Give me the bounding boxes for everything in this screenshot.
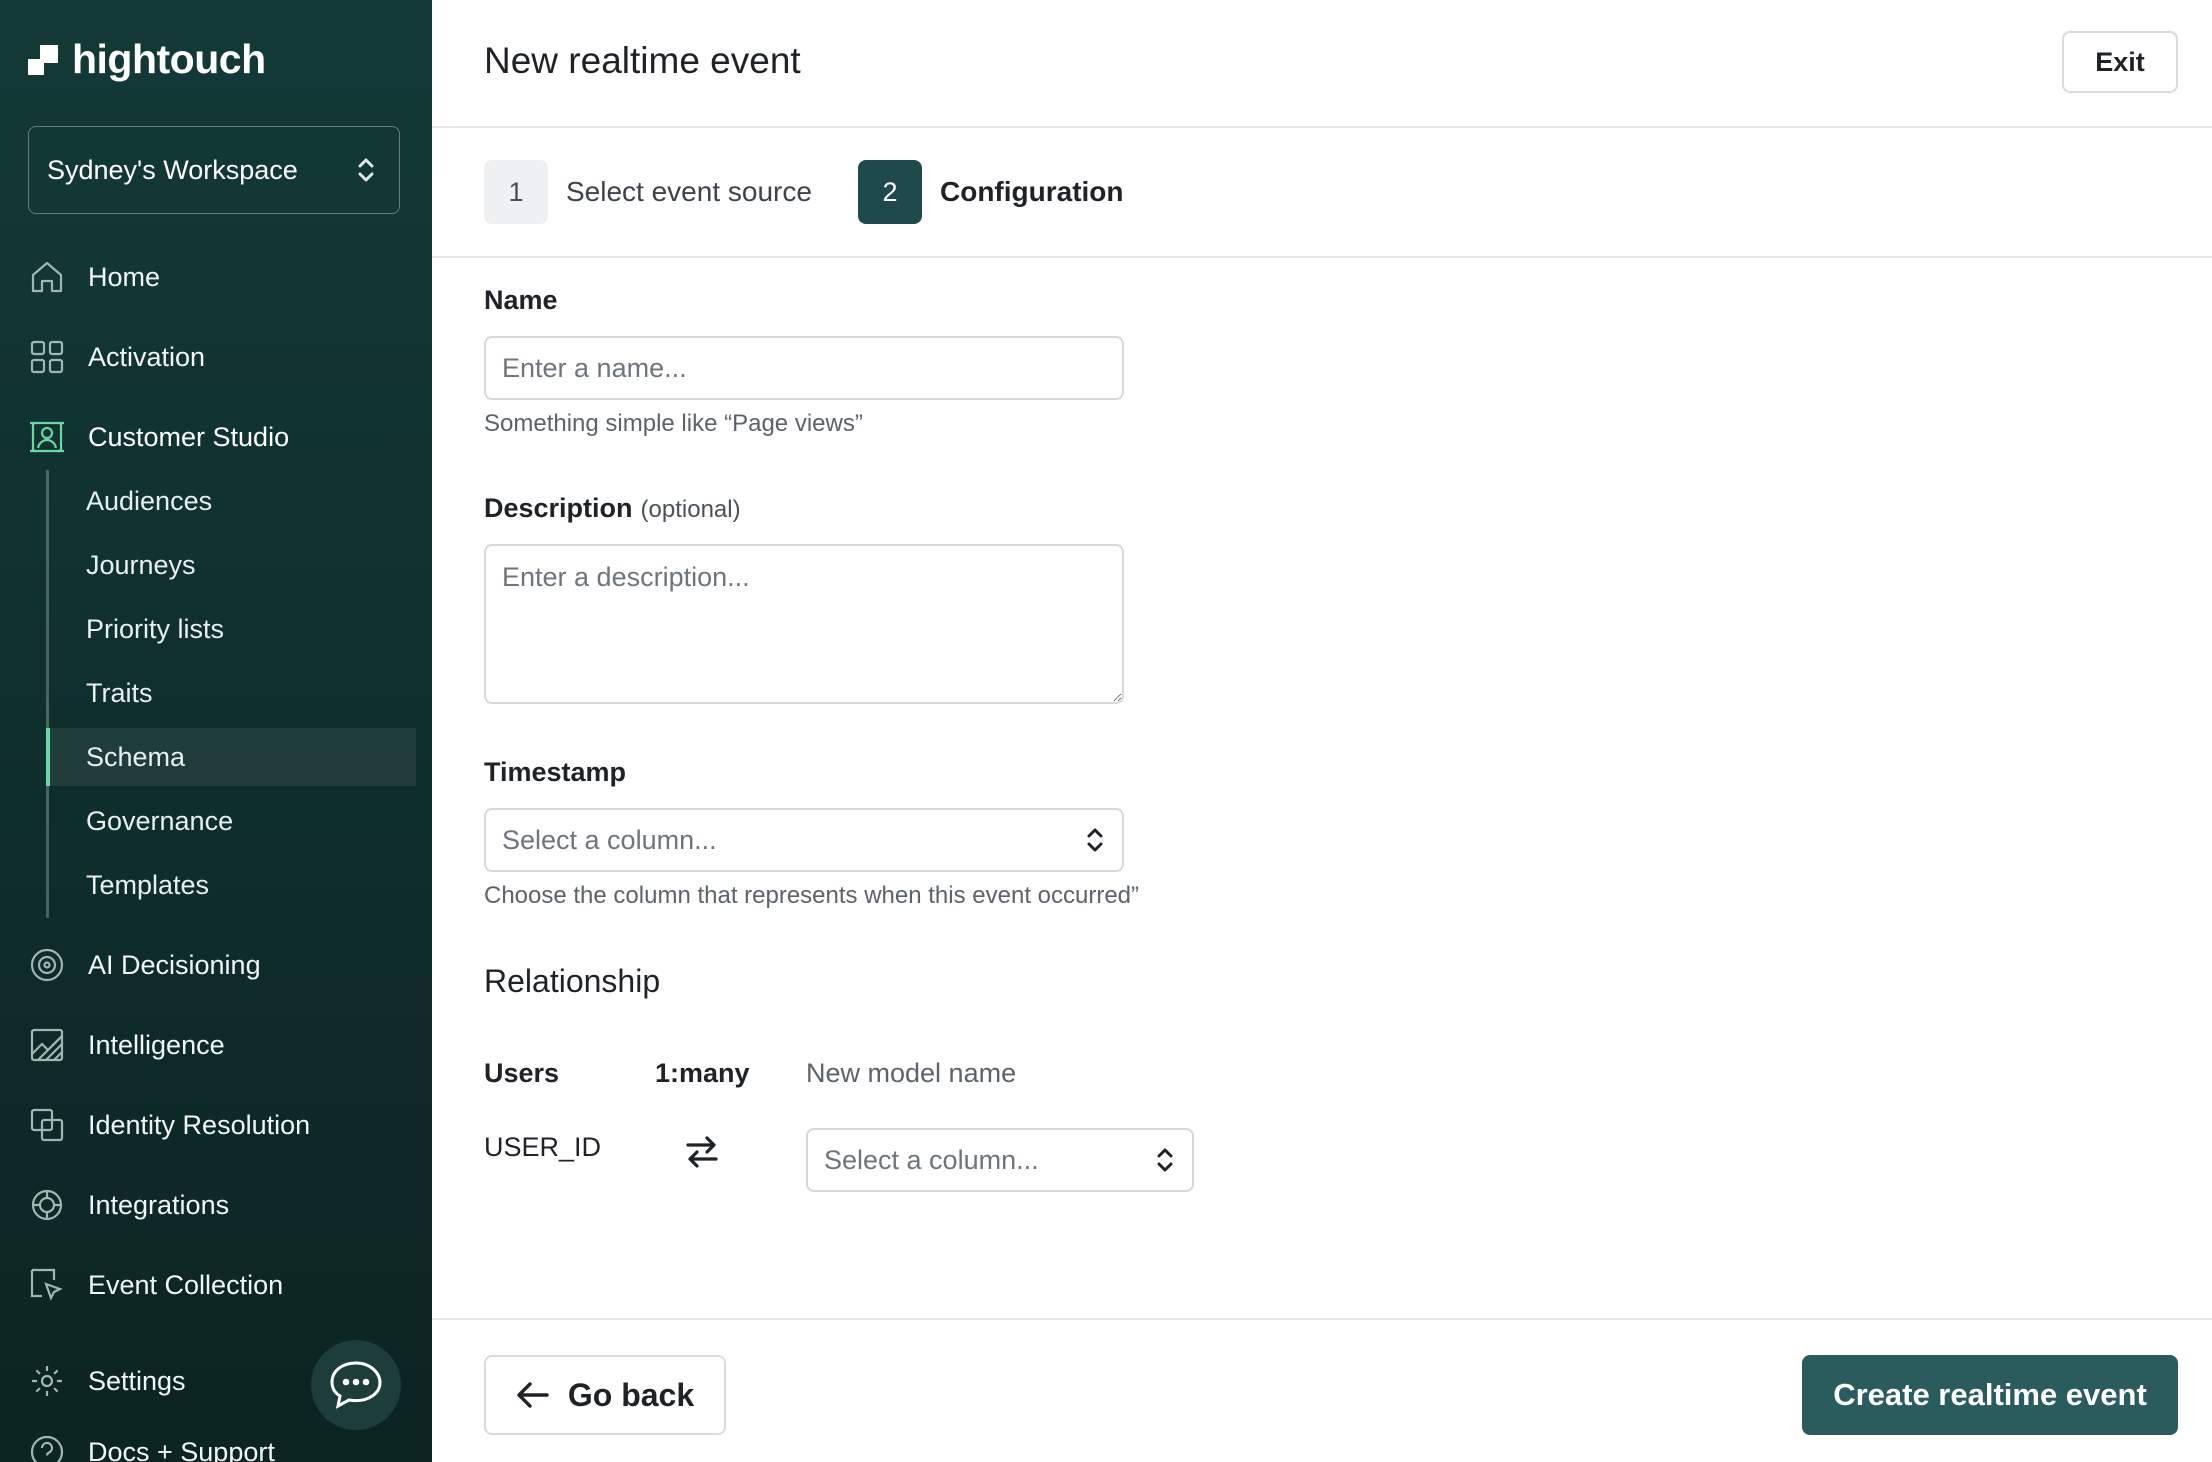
sidebar: hightouch Sydney's Workspace Home Activa…: [0, 0, 432, 1462]
page-title: New realtime event: [484, 40, 801, 81]
customer-studio-icon: [30, 421, 64, 453]
step-label: Configuration: [940, 176, 1124, 207]
sidebar-subitem-label: Journeys: [86, 549, 196, 580]
sidebar-item-identity-resolution[interactable]: Identity Resolution: [28, 1100, 310, 1150]
relationship-cardinality[interactable]: 1:many: [655, 1058, 750, 1089]
identity-resolution-icon: [30, 1108, 64, 1142]
sidebar-subitem-label: Templates: [86, 869, 210, 900]
sidebar-item-label: Docs + Support: [88, 1436, 275, 1462]
step-number: 2: [858, 160, 922, 224]
main-panel: New realtime event Exit 1 Select event s…: [432, 0, 2212, 1462]
footer-bar: Go back Create realtime event: [432, 1318, 2212, 1462]
sidebar-item-label: Identity Resolution: [88, 1109, 311, 1140]
step-label: Select event source: [566, 176, 812, 207]
integrations-icon: [31, 1189, 63, 1221]
timestamp-help-text: Choose the column that represents when t…: [484, 882, 1140, 909]
sidebar-item-label: Customer Studio: [88, 421, 290, 452]
ai-decisioning-icon: [30, 948, 64, 982]
intelligence-icon: [30, 1028, 64, 1062]
relationship-column-select[interactable]: Select a column...: [806, 1128, 1194, 1192]
sidebar-item-label: Settings: [88, 1365, 186, 1396]
workspace-switcher[interactable]: Sydney's Workspace: [28, 126, 400, 214]
sidebar-item-label: AI Decisioning: [88, 949, 261, 980]
sidebar-item-label: Intelligence: [88, 1029, 225, 1060]
sidebar-item-intelligence[interactable]: Intelligence: [28, 1020, 225, 1070]
chevron-updown-icon: [358, 158, 374, 182]
hightouch-logo-icon: [28, 44, 58, 75]
relationship-select-placeholder: Select a column...: [824, 1144, 1039, 1175]
sidebar-subitem-audiences[interactable]: Audiences: [46, 472, 416, 530]
sidebar-subitem-label: Governance: [86, 805, 234, 836]
sidebar-item-label: Integrations: [88, 1189, 230, 1220]
brand-logo[interactable]: hightouch: [28, 36, 266, 83]
description-label-text: Description: [484, 493, 633, 523]
sidebar-subitem-label: Priority lists: [86, 613, 225, 644]
brand-name: hightouch: [72, 36, 266, 82]
name-input[interactable]: [484, 336, 1124, 400]
chat-icon: [330, 1361, 382, 1409]
chevron-updown-icon: [1087, 828, 1103, 852]
sidebar-subitem-governance[interactable]: Governance: [46, 792, 416, 850]
sidebar-subitem-label: Traits: [86, 677, 153, 708]
sidebar-item-integrations[interactable]: Integrations: [28, 1180, 229, 1230]
description-textarea[interactable]: [484, 544, 1124, 704]
swap-arrows-icon: [686, 1136, 718, 1168]
activation-icon: [30, 340, 64, 374]
chat-support-button[interactable]: [311, 1340, 401, 1430]
optional-tag: (optional): [640, 496, 741, 523]
go-back-label: Go back: [567, 1376, 695, 1413]
sidebar-item-event-collection[interactable]: Event Collection: [28, 1260, 283, 1310]
step-number: 1: [484, 160, 548, 224]
stepper: 1 Select event source 2 Configuration: [432, 130, 2212, 258]
relationship-from-column: USER_ID: [484, 1132, 602, 1162]
go-back-button[interactable]: Go back: [484, 1355, 726, 1435]
sidebar-item-home[interactable]: Home: [28, 252, 160, 302]
arrow-left-icon: [517, 1382, 549, 1408]
chevron-updown-icon: [1157, 1148, 1173, 1172]
page-header: New realtime event Exit: [432, 0, 2212, 128]
sidebar-subitem-priority-lists[interactable]: Priority lists: [46, 600, 416, 658]
step-configuration[interactable]: 2 Configuration: [858, 160, 1124, 224]
workspace-name: Sydney's Workspace: [47, 154, 298, 185]
exit-button[interactable]: Exit: [2062, 31, 2178, 93]
sidebar-item-docs-support[interactable]: Docs + Support: [28, 1427, 275, 1462]
timestamp-select-placeholder: Select a column...: [502, 824, 717, 855]
sidebar-item-settings[interactable]: Settings: [28, 1356, 186, 1406]
sidebar-subitem-traits[interactable]: Traits: [46, 664, 416, 722]
sidebar-subitem-schema[interactable]: Schema: [46, 728, 416, 786]
name-help-text: Something simple like “Page views”: [484, 410, 863, 437]
sidebar-item-customer-studio[interactable]: Customer Studio: [28, 412, 289, 462]
home-icon: [31, 261, 63, 293]
sidebar-item-label: Event Collection: [88, 1269, 284, 1300]
name-label: Name: [484, 285, 558, 315]
sidebar-subitem-label: Schema: [86, 741, 186, 772]
sidebar-subitem-templates[interactable]: Templates: [46, 856, 416, 914]
sidebar-subitem-journeys[interactable]: Journeys: [46, 536, 416, 594]
sidebar-item-label: Activation: [88, 341, 206, 372]
description-label: Description (optional): [484, 493, 741, 524]
create-realtime-event-button[interactable]: Create realtime event: [1802, 1355, 2178, 1435]
gear-icon: [32, 1366, 62, 1396]
timestamp-select[interactable]: Select a column...: [484, 808, 1124, 872]
sidebar-subitem-label: Audiences: [86, 485, 213, 516]
sidebar-item-ai-decisioning[interactable]: AI Decisioning: [28, 940, 261, 990]
sidebar-item-activation[interactable]: Activation: [28, 332, 205, 382]
sidebar-item-label: Home: [88, 261, 161, 292]
relationship-to-model: New model name: [806, 1058, 1017, 1088]
help-icon: [30, 1435, 64, 1462]
step-select-event-source[interactable]: 1 Select event source: [484, 160, 812, 224]
event-collection-icon: [30, 1268, 63, 1301]
timestamp-label: Timestamp: [484, 757, 627, 787]
relationship-from-model: Users: [484, 1058, 560, 1088]
relationship-title: Relationship: [484, 963, 661, 999]
